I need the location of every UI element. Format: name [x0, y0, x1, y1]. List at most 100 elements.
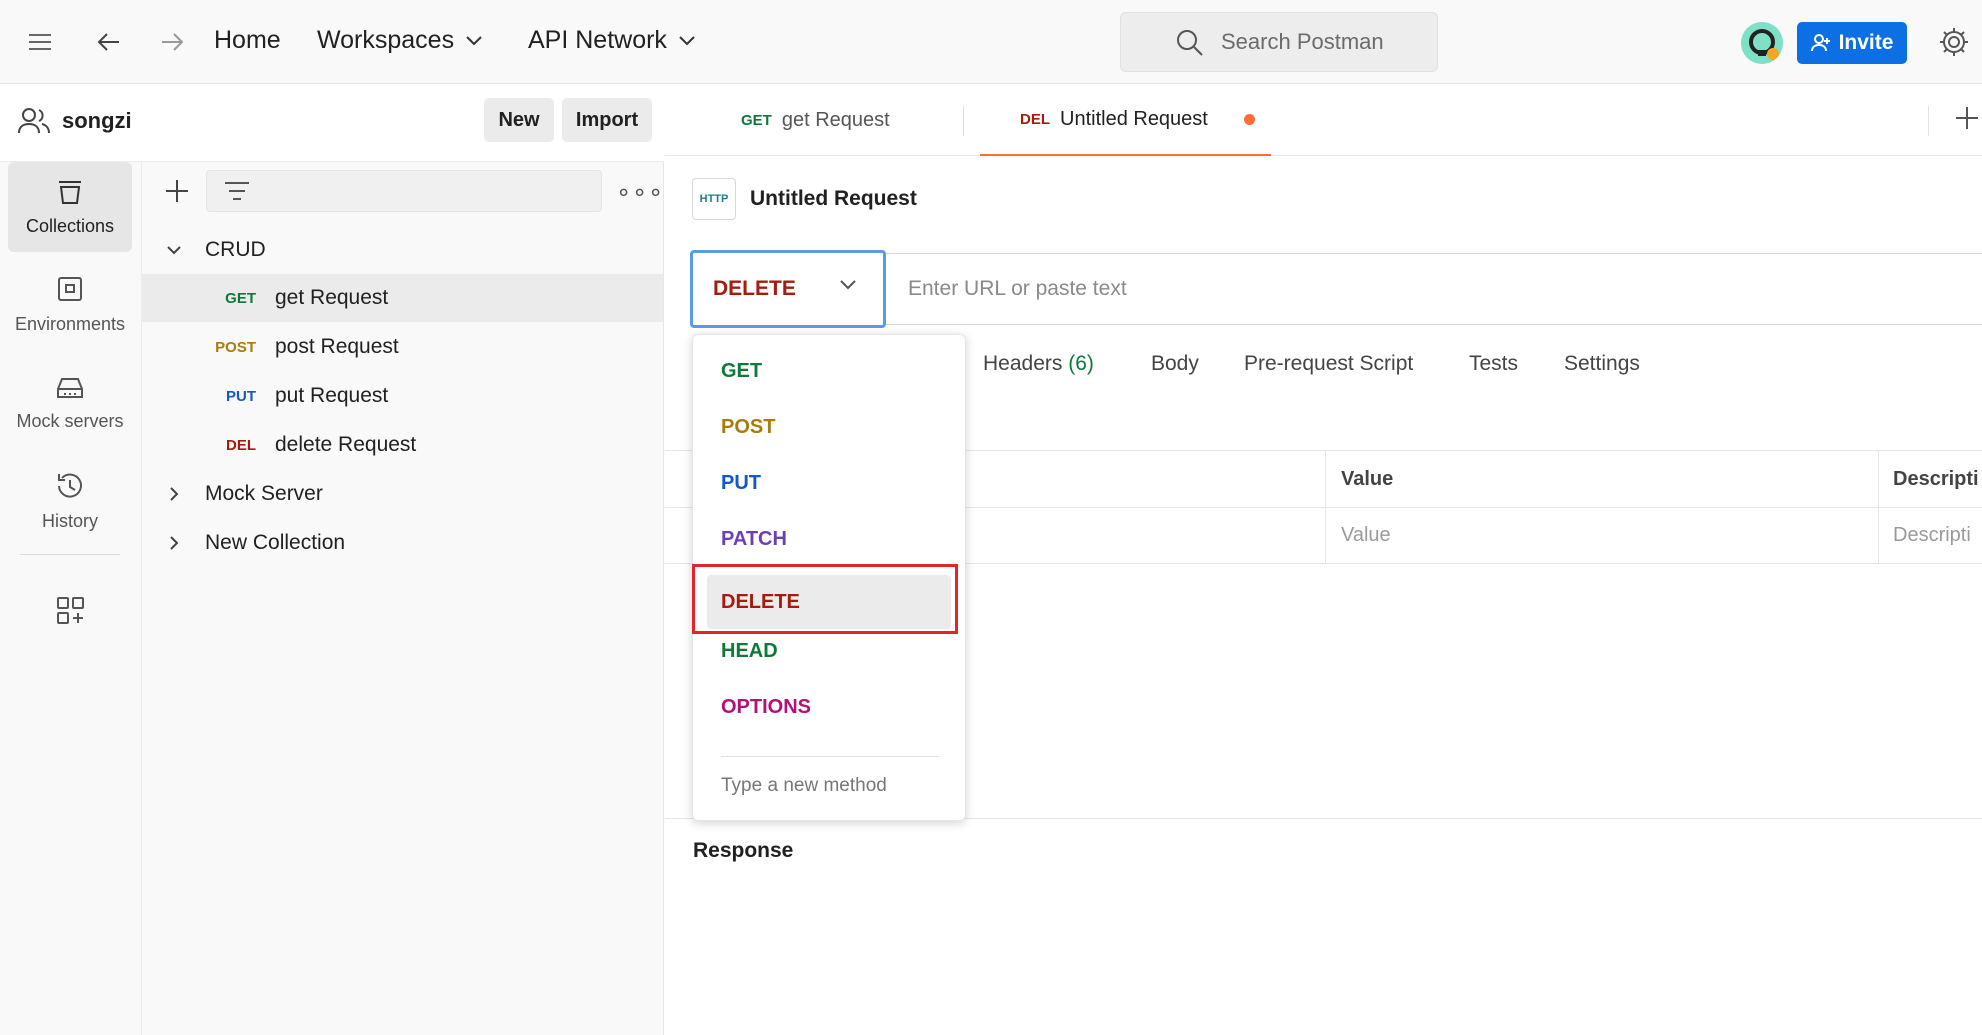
forward-arrow-icon[interactable] — [154, 24, 190, 60]
gear-icon[interactable] — [1938, 26, 1970, 63]
history-icon — [58, 473, 82, 498]
invite-button[interactable]: Invite — [1797, 22, 1907, 64]
tab-body[interactable]: Body — [1151, 352, 1199, 376]
method-option-label: POST — [721, 415, 776, 438]
environments-icon — [58, 276, 82, 301]
tab-method: DEL — [1020, 110, 1050, 128]
import-label: Import — [575, 108, 639, 131]
method-option-label: GET — [721, 359, 763, 382]
folder-new-collection[interactable]: New Collection — [142, 519, 663, 567]
folder-name: Mock Server — [205, 482, 323, 505]
invite-label: Invite — [1838, 31, 1894, 54]
tree-request-get[interactable]: GET get Request — [142, 274, 663, 322]
more-options-icon[interactable]: ∘∘∘ — [616, 178, 664, 207]
tab-settings[interactable]: Settings — [1564, 352, 1640, 376]
folder-mock-server[interactable]: Mock Server — [142, 470, 663, 518]
menu-icon[interactable] — [22, 24, 58, 60]
add-tab-icon[interactable] — [1953, 104, 1981, 132]
tree-request-delete[interactable]: DEL delete Request — [142, 421, 663, 469]
sidebar-item-collections[interactable]: Collections — [8, 162, 132, 252]
http-badge-label: HTTP — [699, 193, 729, 205]
top-header: Home Workspaces API Network Search Postm… — [0, 0, 1982, 84]
collections-panel: ∘∘∘ CRUD GET get Request POST post Reque… — [142, 162, 664, 1035]
folder-crud[interactable]: CRUD — [142, 226, 663, 274]
response-panel: Response — [665, 818, 1982, 878]
request-name: delete Request — [275, 433, 417, 456]
search-icon — [1177, 30, 1203, 56]
tab-prerequest-script[interactable]: Pre-request Script — [1244, 352, 1413, 376]
tab-get-request[interactable]: GET get Request — [741, 84, 890, 156]
sidebar-item-environments[interactable]: Environments — [8, 260, 132, 350]
method-option-label: OPTIONS — [721, 695, 812, 718]
unsaved-dot-icon — [1243, 113, 1255, 125]
value-cell-input[interactable]: Value — [1341, 524, 1391, 547]
method-option-label: PATCH — [721, 527, 787, 550]
chevron-down-icon — [679, 35, 695, 45]
search-placeholder: Search Postman — [1221, 29, 1384, 54]
column-header-value: Value — [1341, 468, 1394, 490]
chevron-right-icon — [170, 487, 179, 501]
request-title-row: HTTP Untitled Request — [692, 178, 917, 220]
folder-name: New Collection — [205, 531, 346, 554]
nav-home-label: Home — [214, 26, 281, 54]
tree-request-post[interactable]: POST post Request — [142, 323, 663, 371]
new-method-input[interactable]: Type a new method — [721, 775, 887, 797]
tab-body-label: Body — [1151, 352, 1199, 375]
tree-request-put[interactable]: PUT put Request — [142, 372, 663, 420]
team-icon — [18, 108, 50, 134]
method-select[interactable]: DELETE — [690, 250, 886, 328]
back-arrow-icon[interactable] — [91, 24, 127, 60]
tab-tests[interactable]: Tests — [1469, 352, 1518, 376]
method-option-label: PUT — [721, 471, 761, 494]
filter-input[interactable] — [206, 170, 602, 212]
url-placeholder: Enter URL or paste text — [908, 277, 1127, 300]
sidebar-rail: Collections Environments Mock servers Hi… — [0, 162, 142, 1035]
sidebar-item-mock-servers[interactable]: Mock servers — [8, 358, 132, 448]
request-name: post Request — [275, 335, 399, 358]
workspace-name: songzi — [62, 108, 132, 133]
add-user-icon — [1810, 34, 1830, 52]
search-input[interactable]: Search Postman — [1120, 12, 1438, 72]
chevron-down-icon — [840, 280, 856, 290]
url-input[interactable]: Enter URL or paste text — [886, 253, 1982, 325]
response-label: Response — [693, 839, 794, 862]
column-header-description: Descripti — [1893, 468, 1979, 490]
nav-workspaces[interactable]: Workspaces — [317, 26, 482, 55]
sidebar-item-history[interactable]: History — [8, 456, 132, 546]
column-divider — [1325, 508, 1326, 563]
headers-count-badge: (6) — [1068, 352, 1094, 375]
nav-api-network[interactable]: API Network — [528, 26, 695, 55]
nav-workspaces-label: Workspaces — [317, 26, 455, 54]
tab-separator — [1928, 106, 1929, 136]
method-option-get[interactable]: GET — [707, 345, 951, 397]
plus-icon[interactable] — [164, 178, 190, 204]
tab-headers[interactable]: Headers (6) — [983, 352, 1094, 376]
request-name: put Request — [275, 384, 389, 407]
tab-label: get Request — [781, 108, 890, 131]
tab-untitled-request[interactable]: DEL Untitled Request — [980, 84, 1271, 156]
description-cell-input[interactable]: Descripti — [1893, 524, 1971, 547]
add-apps-icon[interactable] — [56, 596, 86, 631]
request-title[interactable]: Untitled Request — [750, 187, 917, 211]
method-option-patch[interactable]: PATCH — [707, 513, 951, 565]
chevron-right-icon — [170, 536, 179, 550]
method-option-options[interactable]: OPTIONS — [707, 681, 951, 733]
method-badge: POST — [215, 338, 256, 356]
method-badge: GET — [225, 289, 256, 307]
tab-prerequest-label: Pre-request Script — [1244, 352, 1414, 375]
nav-home[interactable]: Home — [214, 26, 281, 55]
sidebar-item-label: History — [41, 510, 98, 531]
tab-settings-label: Settings — [1564, 352, 1640, 375]
tab-method: GET — [741, 111, 772, 129]
column-divider — [1878, 451, 1879, 507]
method-option-put[interactable]: PUT — [707, 457, 951, 509]
import-button[interactable]: Import — [562, 98, 652, 142]
method-option-post[interactable]: POST — [707, 401, 951, 453]
sidebar-item-label: Collections — [25, 215, 115, 236]
avatar[interactable] — [1741, 22, 1783, 64]
dropdown-divider — [721, 756, 939, 757]
new-button[interactable]: New — [484, 98, 554, 142]
folder-name: CRUD — [205, 238, 266, 261]
chevron-down-icon — [466, 35, 482, 45]
column-divider — [1878, 508, 1879, 563]
